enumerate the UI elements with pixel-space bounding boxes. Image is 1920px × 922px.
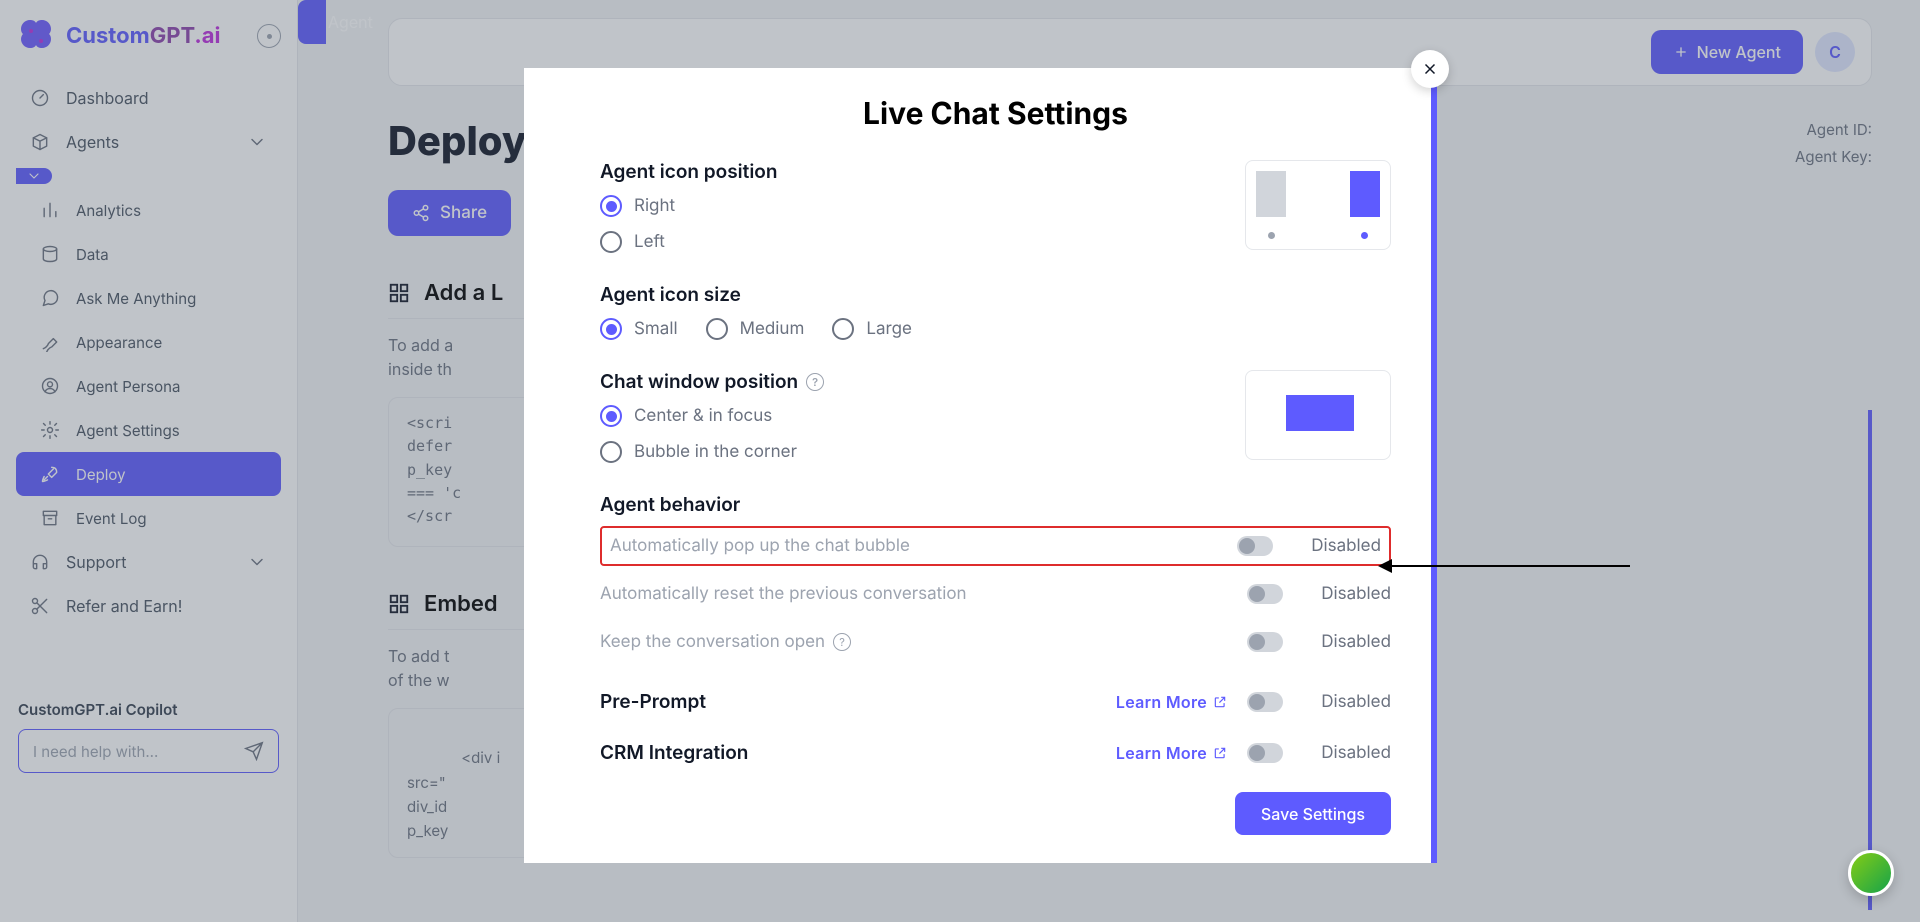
modal-close-button[interactable] [1411,50,1449,88]
window-position-center-label: Center & in focus [634,406,772,426]
behavior-keep-open-row: Keep the conversation open ? Disabled [600,622,1391,662]
modal-title: Live Chat Settings [600,96,1391,132]
icon-size-medium-radio[interactable]: Medium [706,318,805,340]
icon-size-small-label: Small [634,319,678,339]
crm-status: Disabled [1303,743,1391,763]
icon-size-large-label: Large [866,319,912,339]
pre-prompt-status: Disabled [1303,692,1391,712]
window-position-bubble-radio[interactable]: Bubble in the corner [600,441,1205,463]
window-position-bubble-label: Bubble in the corner [634,442,797,462]
behavior-auto-popup-toggle[interactable] [1237,536,1273,556]
behavior-keep-open-status: Disabled [1303,632,1391,652]
pre-prompt-row: Pre-Prompt Learn More Disabled [600,690,1391,713]
behavior-keep-open-label: Keep the conversation open [600,632,825,652]
behavior-auto-popup-row: Automatically pop up the chat bubble Dis… [600,526,1391,566]
help-icon[interactable]: ? [806,373,824,391]
external-link-icon [1213,746,1227,760]
help-icon[interactable]: ? [833,633,851,651]
window-position-preview [1245,370,1391,460]
save-settings-button[interactable]: Save Settings [1235,792,1391,835]
floating-support-avatar[interactable] [1848,850,1894,896]
annotation-arrow [1380,565,1630,567]
behavior-label: Agent behavior [600,493,1391,516]
icon-position-label: Agent icon position [600,160,1205,183]
behavior-auto-popup-status: Disabled [1293,536,1381,556]
icon-position-left-label: Left [634,232,665,252]
behavior-auto-popup-label: Automatically pop up the chat bubble [610,536,910,556]
icon-size-medium-label: Medium [740,319,805,339]
pre-prompt-label: Pre-Prompt [600,690,706,713]
close-icon [1421,60,1439,78]
icon-size-small-radio[interactable]: Small [600,318,678,340]
behavior-auto-reset-toggle[interactable] [1247,584,1283,604]
save-settings-label: Save Settings [1261,804,1365,824]
pre-prompt-toggle[interactable] [1247,692,1283,712]
window-position-label: Chat window position? [600,370,1205,393]
live-chat-settings-modal: Live Chat Settings Agent icon position R… [524,68,1437,863]
icon-position-right-label: Right [634,196,675,216]
crm-row: CRM Integration Learn More Disabled [600,741,1391,764]
icon-size-large-radio[interactable]: Large [832,318,912,340]
behavior-keep-open-toggle[interactable] [1247,632,1283,652]
window-position-center-radio[interactable]: Center & in focus [600,405,1205,427]
crm-toggle[interactable] [1247,743,1283,763]
icon-position-right-radio[interactable]: Right [600,195,1205,217]
icon-position-left-radio[interactable]: Left [600,231,1205,253]
behavior-auto-reset-status: Disabled [1303,584,1391,604]
behavior-auto-reset-row: Automatically reset the previous convers… [600,574,1391,614]
pre-prompt-learn-more-link[interactable]: Learn More [1116,692,1227,712]
crm-label: CRM Integration [600,741,748,764]
icon-size-label: Agent icon size [600,283,1391,306]
external-link-icon [1213,695,1227,709]
icon-position-preview [1245,160,1391,250]
crm-learn-more-link[interactable]: Learn More [1116,743,1227,763]
behavior-auto-reset-label: Automatically reset the previous convers… [600,584,967,604]
